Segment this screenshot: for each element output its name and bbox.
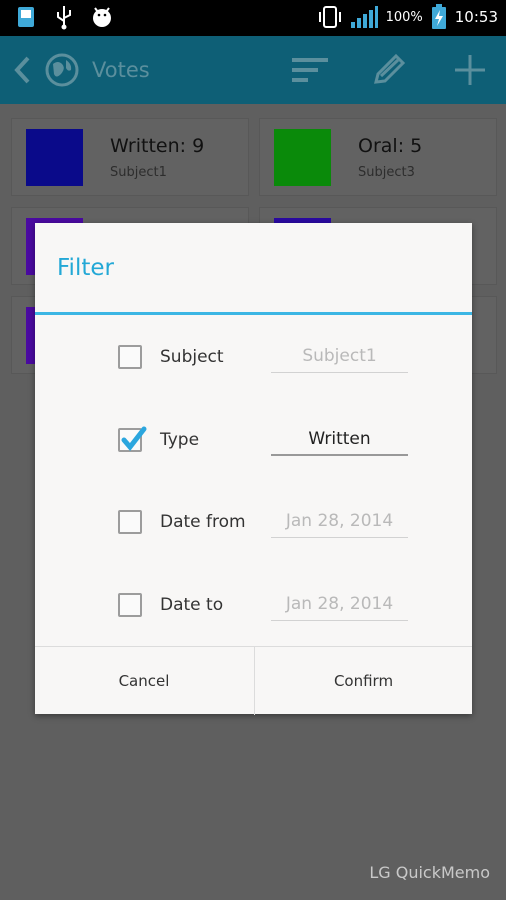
sort-icon[interactable]	[290, 52, 330, 88]
dialog-title: Filter	[57, 255, 114, 281]
filter-row-type: Type Written	[35, 421, 472, 461]
page-title: Votes	[92, 58, 150, 82]
card-title: Written: 9	[110, 135, 205, 157]
card-subtitle: Subject3	[358, 165, 415, 180]
android-debug-icon	[93, 7, 111, 27]
type-checkbox[interactable]	[118, 426, 147, 452]
date-to-field[interactable]: Jan 28, 2014	[271, 589, 408, 621]
date-to-checkbox[interactable]	[118, 593, 142, 617]
subject-checkbox[interactable]	[118, 345, 142, 369]
confirm-button[interactable]: Confirm	[254, 647, 472, 715]
dialog-buttons: Cancel Confirm	[35, 646, 472, 715]
signal-icon	[350, 6, 378, 28]
card-subtitle: Subject1	[110, 165, 167, 180]
date-to-label: Date to	[160, 595, 224, 615]
vote-card[interactable]: Written: 9 Subject1	[11, 118, 249, 196]
vibrate-icon	[318, 6, 341, 28]
clock: 10:53	[454, 8, 498, 26]
filter-row-date-from: Date from Jan 28, 2014	[35, 503, 472, 543]
filter-row-subject: Subject Subject1	[35, 338, 472, 378]
checkmark-icon	[121, 426, 147, 451]
color-swatch	[26, 129, 83, 186]
subject-label: Subject	[160, 347, 224, 367]
action-bar: Votes	[0, 36, 506, 104]
filter-row-date-to: Date to Jan 28, 2014	[35, 586, 472, 626]
watermark: LG QuickMemo	[369, 863, 490, 882]
card-title: Oral: 5	[358, 135, 423, 157]
subject-field[interactable]: Subject1	[271, 341, 408, 373]
date-from-label: Date from	[160, 512, 246, 532]
back-icon[interactable]	[10, 54, 36, 86]
type-label: Type	[160, 430, 200, 450]
edit-icon[interactable]	[368, 52, 408, 88]
date-from-checkbox[interactable]	[118, 510, 142, 534]
status-bar: 100% 10:53	[0, 0, 506, 36]
globe-icon	[45, 53, 79, 87]
filter-dialog: Filter Subject Subject1 Type Written Dat…	[35, 223, 472, 715]
battery-charging-icon	[431, 4, 446, 29]
title-divider	[35, 312, 472, 315]
add-icon[interactable]	[450, 52, 490, 88]
usb-icon	[57, 6, 71, 30]
date-from-field[interactable]: Jan 28, 2014	[271, 506, 408, 538]
color-swatch	[274, 129, 331, 186]
type-field[interactable]: Written	[271, 424, 408, 456]
battery-percent: 100%	[385, 9, 423, 25]
cancel-button[interactable]: Cancel	[35, 647, 253, 715]
sd-card-icon	[18, 7, 34, 27]
vote-card[interactable]: Oral: 5 Subject3	[259, 118, 497, 196]
